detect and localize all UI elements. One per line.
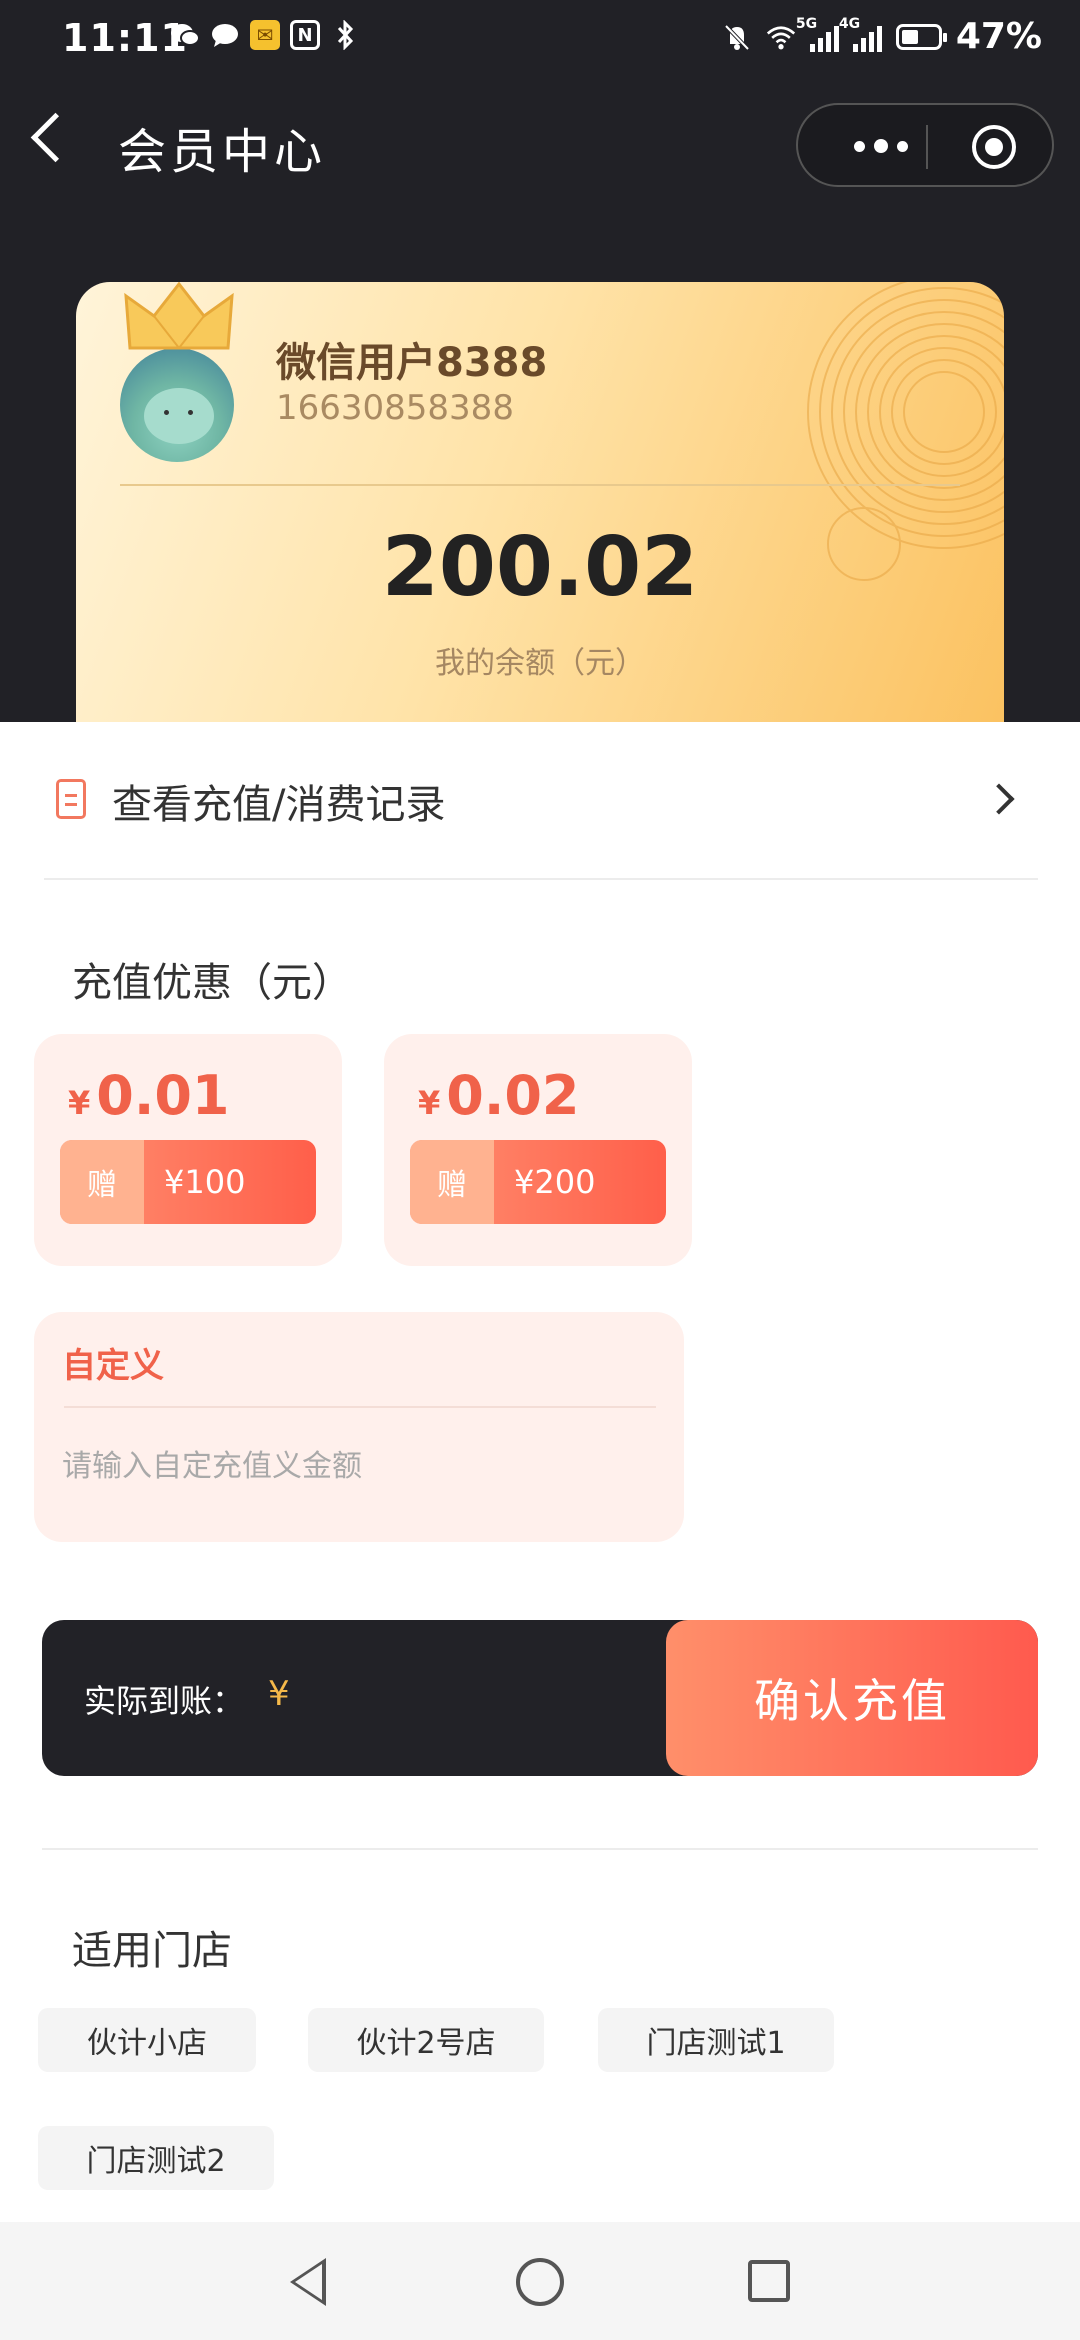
nfc-icon: N	[290, 20, 320, 50]
page-title: 会员中心	[118, 124, 327, 180]
wifi-icon	[766, 22, 796, 52]
chat-bubble-icon	[210, 20, 240, 50]
promo-gift-badge: 赠 ¥200	[410, 1140, 666, 1224]
battery-percent: 47%	[955, 16, 1042, 57]
crown-icon	[124, 282, 234, 350]
gift-amount: ¥200	[514, 1163, 596, 1201]
avatar	[120, 348, 234, 462]
member-card: 微信用户8388 16630858388 200.02 我的余额（元）	[76, 282, 1004, 722]
promo-option[interactable]: ¥0.01 赠 ¥100	[34, 1034, 342, 1266]
confirm-recharge-button[interactable]: 确认充值	[666, 1620, 1038, 1776]
nav-recents-icon[interactable]	[748, 2260, 790, 2302]
bluetooth-icon	[330, 20, 360, 50]
mini-program-capsule	[796, 103, 1054, 187]
actual-amount-label: 实际到账：	[84, 1682, 245, 1720]
promo-option[interactable]: ¥0.02 赠 ¥200	[384, 1034, 692, 1266]
payment-bar: 实际到账： ¥ 确认充值	[42, 1620, 1038, 1776]
actual-amount-value: ¥	[268, 1674, 290, 1714]
balance-value: 200.02	[381, 520, 699, 615]
mute-icon	[722, 22, 752, 52]
gift-tag: 赠	[60, 1140, 144, 1224]
promo-price: ¥0.01	[68, 1064, 230, 1127]
custom-amount-input[interactable]	[62, 1436, 654, 1496]
user-phone: 16630858388	[276, 388, 514, 428]
store-tag[interactable]: 门店测试1	[598, 2008, 834, 2072]
avatar-face	[144, 388, 214, 444]
nav-back-icon[interactable]	[290, 2258, 326, 2306]
system-icons: 5G 4G 47%	[722, 16, 1042, 57]
capsule-divider	[926, 125, 928, 169]
store-tag[interactable]: 伙计2号店	[308, 2008, 544, 2072]
section-divider	[42, 1848, 1038, 1850]
nav-home-icon[interactable]	[516, 2258, 564, 2306]
signal-icon: 4G	[839, 16, 882, 52]
stores-title: 适用门店	[72, 1928, 232, 1974]
document-icon	[56, 779, 86, 819]
records-label: 查看充值/消费记录	[112, 782, 446, 828]
status-bar: 11:11 ✉ N 5G 4G 47%	[0, 0, 1080, 84]
card-divider	[120, 484, 960, 486]
promo-title: 充值优惠（元）	[72, 960, 352, 1006]
gift-amount: ¥100	[164, 1163, 246, 1201]
store-tag[interactable]: 伙计小店	[38, 2008, 256, 2072]
custom-amount-card: 自定义	[34, 1312, 684, 1542]
store-tag[interactable]: 门店测试2	[38, 2126, 274, 2190]
custom-divider	[64, 1406, 656, 1408]
promo-gift-badge: 赠 ¥100	[60, 1140, 316, 1224]
more-options-icon[interactable]	[836, 124, 926, 168]
promo-price: ¥0.02	[418, 1064, 580, 1127]
gift-tag: 赠	[410, 1140, 494, 1224]
close-target-icon[interactable]	[972, 125, 1016, 169]
user-name: 微信用户8388	[276, 340, 548, 386]
wechat-icon	[170, 20, 200, 50]
mail-icon: ✉	[250, 20, 280, 50]
records-link[interactable]: 查看充值/消费记录	[44, 722, 1038, 880]
signal-icon: 5G	[796, 16, 839, 52]
battery-icon	[895, 23, 947, 50]
balance-label: 我的余额（元）	[435, 646, 645, 681]
system-nav-bar	[0, 2222, 1080, 2340]
notification-icons: ✉ N	[170, 20, 360, 50]
chevron-right-icon	[983, 783, 1015, 815]
custom-amount-title: 自定义	[62, 1346, 164, 1386]
